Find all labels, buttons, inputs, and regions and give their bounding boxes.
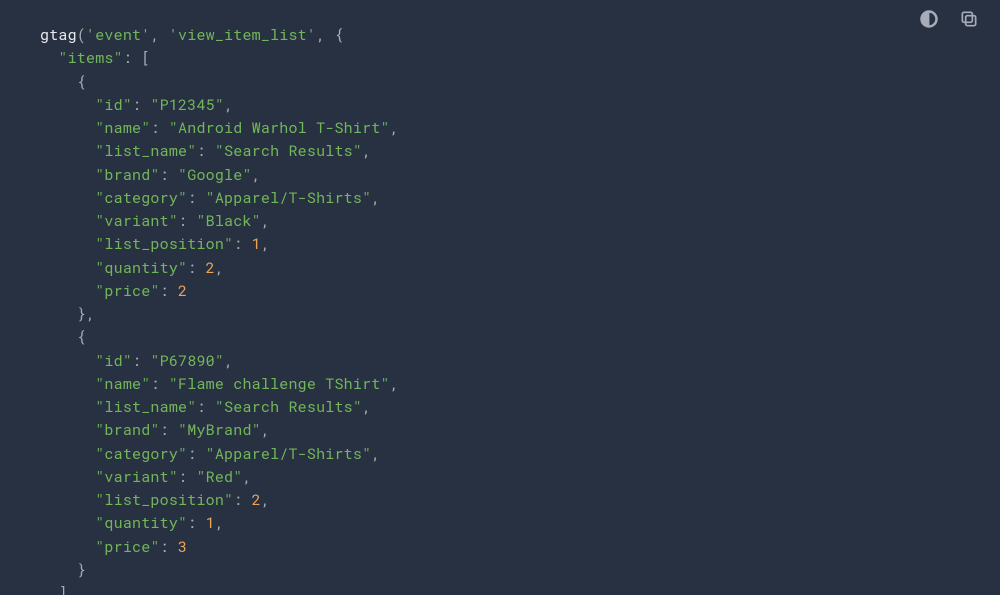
copy-icon[interactable] (958, 8, 980, 30)
code-fn: gtag (40, 25, 77, 45)
code-block-container: gtag('event', 'view_item_list', { "items… (0, 0, 1000, 595)
brightness-icon[interactable] (918, 8, 940, 30)
code-block: gtag('event', 'view_item_list', { "items… (0, 0, 1000, 595)
code-toolbar (918, 8, 980, 30)
code-arg1: view_item_list (178, 25, 307, 45)
code-items-key: items (68, 48, 114, 68)
code-arg0: event (95, 25, 141, 45)
